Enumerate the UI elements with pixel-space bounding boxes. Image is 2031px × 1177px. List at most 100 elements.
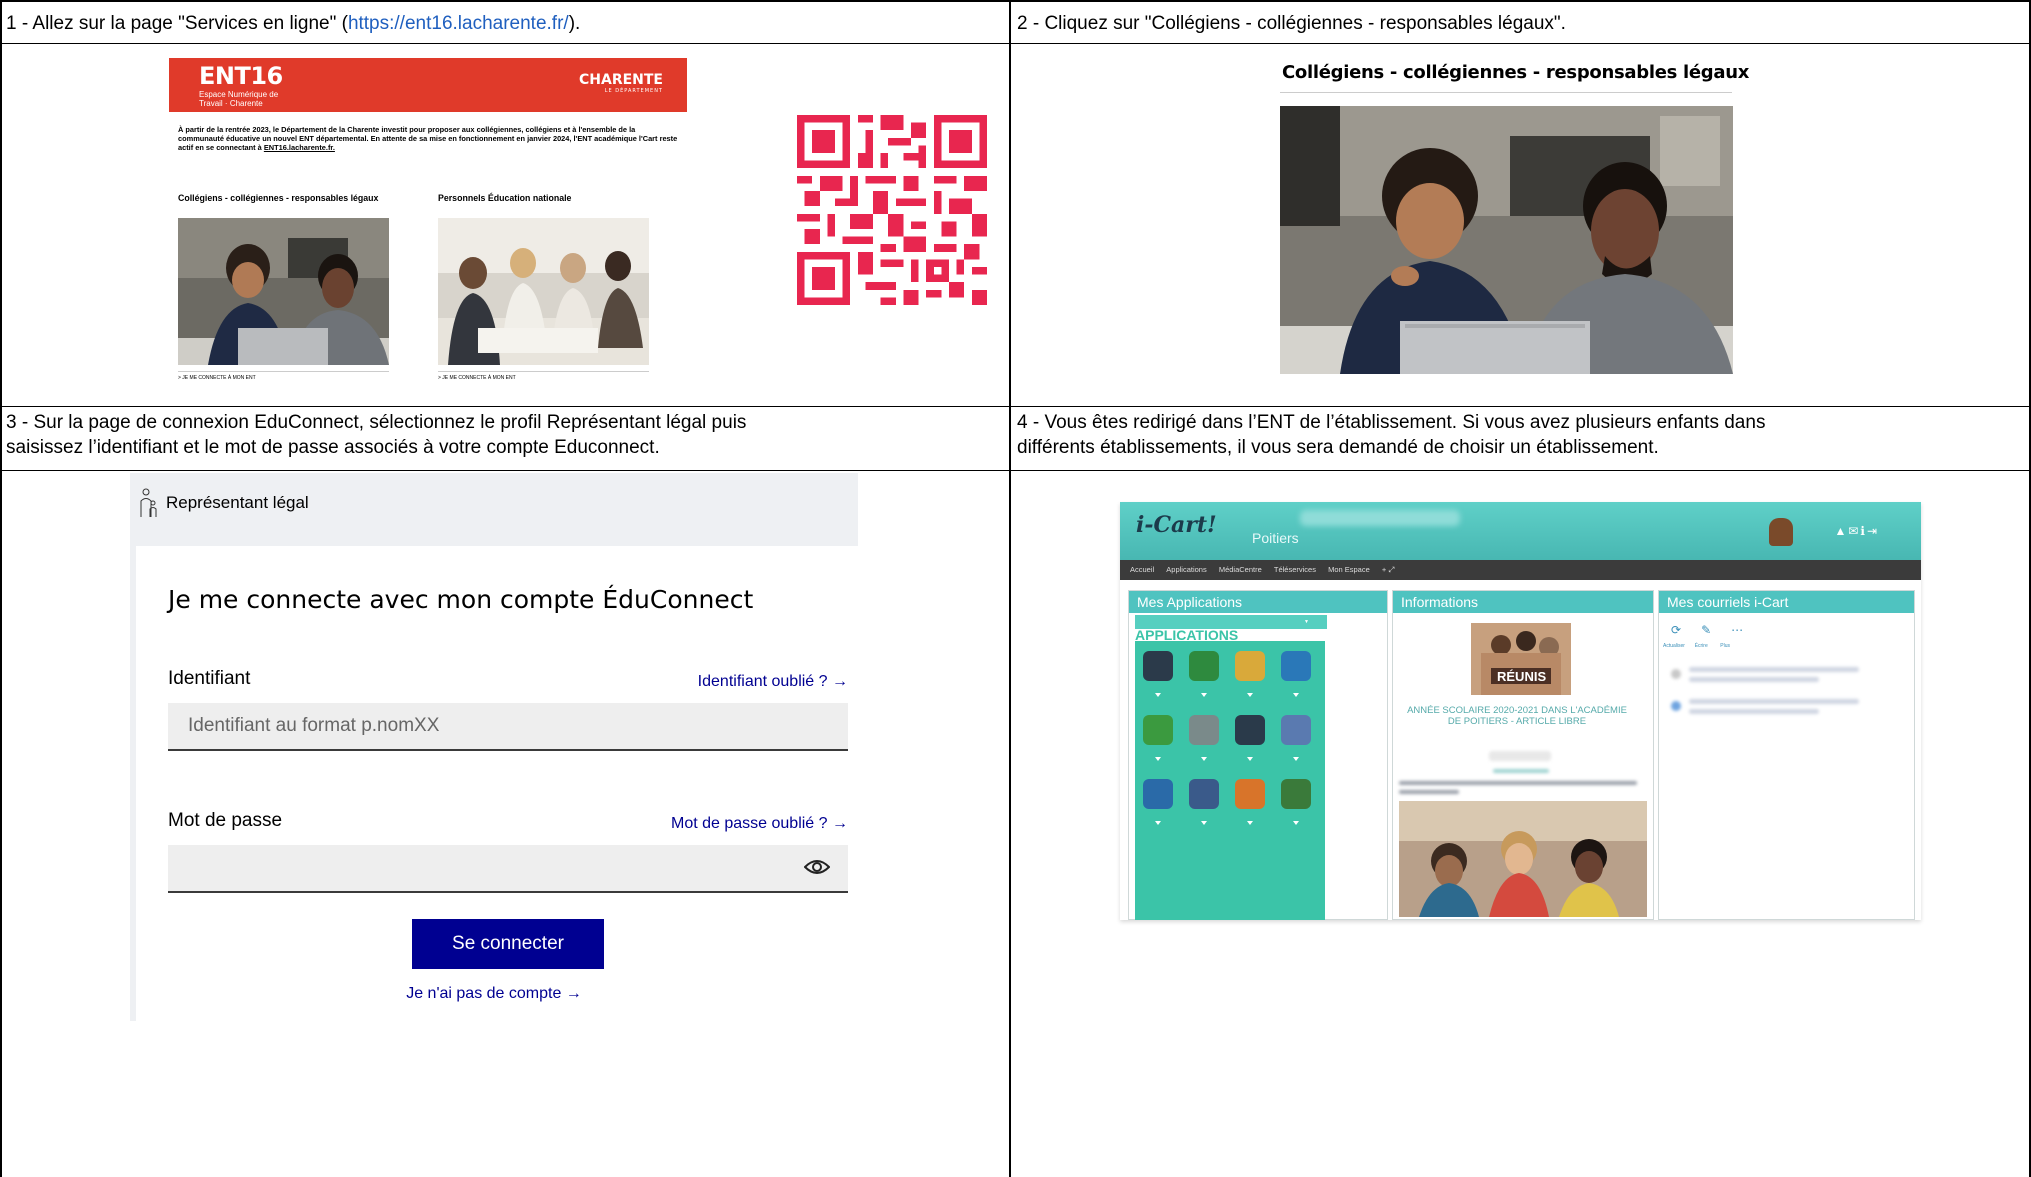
app-tile-arrow-6[interactable]	[1201, 757, 1207, 761]
show-password-icon[interactable]	[804, 857, 830, 877]
app-tile-4[interactable]	[1281, 651, 1311, 681]
icart-nav: Accueil Applications MédiaCentre Téléser…	[1120, 560, 1921, 580]
ent16-logo-subtitle: Espace Numérique de Travail · Charente	[199, 90, 279, 108]
nav-add-icon[interactable]: + ⤢	[1382, 565, 1394, 574]
icart-logo[interactable]: i-Cart!	[1136, 512, 1217, 538]
profile-label: Représentant légal	[166, 493, 309, 512]
apps-filter-dropdown[interactable]: ▼	[1301, 615, 1327, 629]
user-avatar[interactable]	[1769, 518, 1793, 546]
info-column-title: Informations	[1393, 591, 1653, 613]
ent16-page-screenshot: ENT16 Espace Numérique de Travail · Char…	[169, 58, 687, 396]
info-date	[1493, 769, 1549, 773]
identifier-input[interactable]: Identifiant au format p.nomXX	[168, 703, 848, 751]
app-tile-12[interactable]	[1281, 779, 1311, 809]
info-desc-line-2	[1399, 790, 1459, 794]
info-read-more-button[interactable]	[1489, 751, 1551, 761]
info-article-title[interactable]: ANNÉE SCOLAIRE 2020-2021 DANS L'ACADÉMIE…	[1401, 705, 1633, 727]
caption-step-1: 1 - Allez sur la page "Services en ligne…	[6, 13, 581, 34]
app-tile-arrow-3[interactable]	[1247, 693, 1253, 697]
app-tile-arrow-8[interactable]	[1293, 757, 1299, 761]
app-tile-7[interactable]	[1235, 715, 1265, 745]
nav-teleservices[interactable]: Téléservices	[1274, 565, 1316, 574]
app-tile-1[interactable]	[1143, 651, 1173, 681]
info-desc-line-1	[1399, 781, 1637, 785]
app-tile-3[interactable]	[1235, 651, 1265, 681]
app-tile-9[interactable]	[1143, 779, 1173, 809]
more-icon[interactable]: ⋯	[1731, 623, 1743, 637]
nav-mon-espace[interactable]: Mon Espace	[1328, 565, 1370, 574]
ent16-url-link[interactable]: https://ent16.lacharente.fr/	[348, 13, 569, 34]
apps-filter-tab-2[interactable]	[1247, 615, 1303, 629]
app-tile-arrow-9[interactable]	[1155, 821, 1161, 825]
compose-icon[interactable]: ✎	[1701, 623, 1711, 637]
no-account-link[interactable]: Je n'ai pas de compte →	[130, 985, 858, 1003]
app-tile-11[interactable]	[1235, 779, 1265, 809]
refresh-icon[interactable]: ⟳	[1671, 623, 1681, 637]
legal-representative-icon	[140, 488, 157, 517]
mail-item-2-line-2[interactable]	[1689, 709, 1819, 714]
mail-actions-labels: Actualiser Écrire Plus	[1663, 643, 1730, 649]
ent16-logo: ENT16	[199, 62, 283, 90]
password-label: Mot de passe	[168, 810, 283, 831]
panel-left-edge	[130, 546, 136, 1021]
row-divider-1	[0, 43, 2031, 44]
forgot-identifier-link[interactable]: Identifiant oublié ? →	[698, 673, 848, 691]
mail-item-1-line-1[interactable]	[1689, 667, 1859, 672]
mail-item-2-line-1[interactable]	[1689, 699, 1859, 704]
app-tile-arrow-1[interactable]	[1155, 693, 1161, 697]
forgot-password-link[interactable]: Mot de passe oublié ? →	[671, 815, 848, 833]
caption-step-4: 4 - Vous êtes redirigé dans l’ENT de l’é…	[1017, 412, 1766, 458]
login-title: Je me connecte avec mon compte ÉduConnec…	[168, 585, 754, 614]
header-icons[interactable]: ▲✉ℹ⇥	[1834, 524, 1879, 538]
info-image-badge: RÉUNIS	[1497, 669, 1547, 684]
icart-city: Poitiers	[1252, 530, 1299, 546]
apps-column: Mes Applications ▼ APPLICATIONS	[1128, 590, 1388, 920]
app-tile-arrow-10[interactable]	[1201, 821, 1207, 825]
caption-step-3: 3 - Sur la page de connexion EduConnect,…	[6, 412, 747, 458]
profile-header[interactable]: Représentant légal	[130, 473, 858, 546]
icart-header: i-Cart! Poitiers ▲✉ℹ⇥	[1120, 502, 1921, 560]
app-tile-5[interactable]	[1143, 715, 1173, 745]
info-news-image[interactable]: RÉUNIS	[1471, 623, 1571, 695]
icart-ent-screenshot: i-Cart! Poitiers ▲✉ℹ⇥ Accueil Applicatio…	[1120, 502, 1921, 920]
caption-step-2: 2 - Cliquez sur "Collégiens - collégienn…	[1017, 13, 1566, 34]
password-input[interactable]	[168, 845, 848, 893]
mail-avatar-2	[1671, 701, 1681, 711]
nav-applications[interactable]: Applications	[1166, 565, 1206, 574]
link-connect-personnels[interactable]: > JE ME CONNECTE À MON ENT	[438, 375, 516, 381]
nav-mediacentre[interactable]: MédiaCentre	[1219, 565, 1262, 574]
photo-student-parent[interactable]	[178, 218, 389, 365]
app-tile-2[interactable]	[1189, 651, 1219, 681]
app-tile-arrow-11[interactable]	[1247, 821, 1253, 825]
app-tile-6[interactable]	[1189, 715, 1219, 745]
educonnect-login-panel: Représentant légal Je me connecte avec m…	[130, 473, 858, 1021]
app-tile-arrow-2[interactable]	[1201, 693, 1207, 697]
cell2-divider	[1280, 92, 1732, 93]
app-tile-arrow-4[interactable]	[1293, 693, 1299, 697]
login-button[interactable]: Se connecter	[412, 919, 604, 969]
qr-code-image	[797, 115, 987, 305]
section-personnels[interactable]: Personnels Éducation nationale	[438, 193, 571, 203]
cell2-section-title[interactable]: Collégiens - collégiennes - responsables…	[1282, 62, 1749, 83]
row-divider-2	[0, 406, 2031, 407]
divider-right	[438, 371, 649, 372]
app-tile-10[interactable]	[1189, 779, 1219, 809]
divider-left	[178, 371, 389, 372]
section-collegiens[interactable]: Collégiens - collégiennes - responsables…	[178, 193, 378, 203]
app-tile-arrow-5[interactable]	[1155, 757, 1161, 761]
cell2-photo-student-parent[interactable]	[1280, 106, 1733, 374]
photo-staff-meeting[interactable]	[438, 218, 649, 365]
ent16-banner: ENT16 Espace Numérique de Travail · Char…	[169, 58, 687, 112]
info-second-image[interactable]	[1399, 801, 1647, 917]
app-tile-8[interactable]	[1281, 715, 1311, 745]
app-tile-arrow-7[interactable]	[1247, 757, 1253, 761]
ent16-intro-text: À partir de la rentrée 2023, le Départem…	[178, 125, 678, 152]
mail-item-1-line-2[interactable]	[1689, 677, 1819, 682]
nav-accueil[interactable]: Accueil	[1130, 565, 1154, 574]
mail-avatar-1	[1671, 669, 1681, 679]
link-connect-collegiens[interactable]: > JE ME CONNECTE À MON ENT	[178, 375, 256, 381]
table-divider-vertical	[1009, 0, 1011, 1177]
identifier-label: Identifiant	[168, 668, 251, 689]
app-tile-arrow-12[interactable]	[1293, 821, 1299, 825]
blurred-school-name	[1300, 510, 1460, 526]
